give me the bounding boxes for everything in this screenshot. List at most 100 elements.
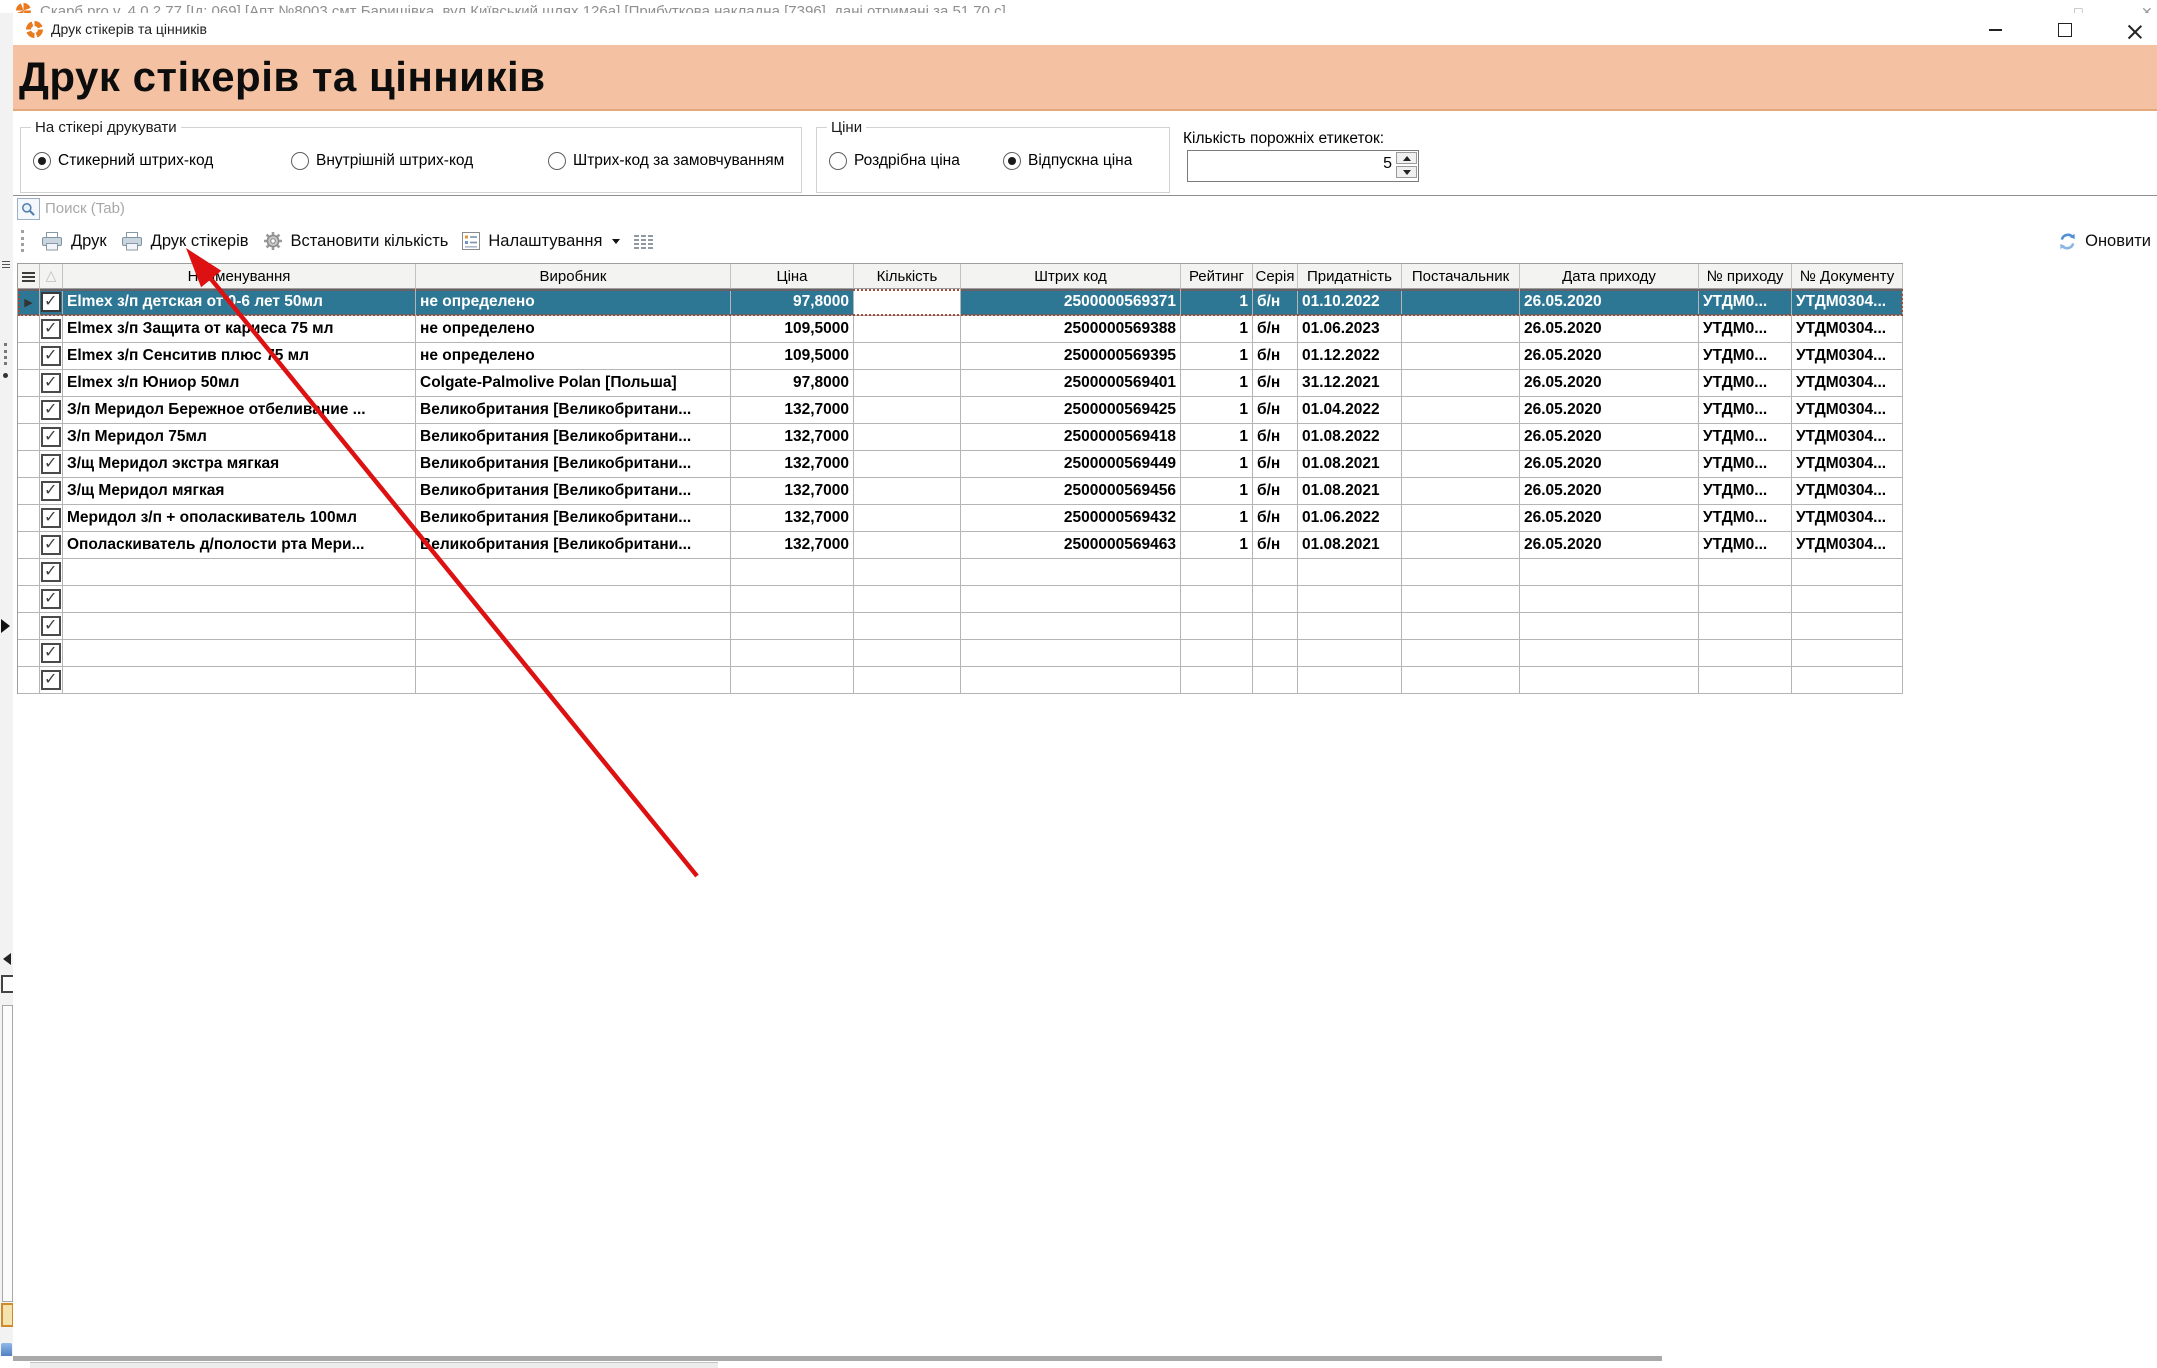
cell-series[interactable]	[1253, 559, 1298, 586]
column-header-quantity[interactable]: Кількість	[854, 264, 961, 289]
cell-supplier[interactable]	[1402, 451, 1520, 478]
cell-manufacturer[interactable]	[416, 559, 731, 586]
cell-quantity[interactable]	[854, 397, 961, 424]
cell-manufacturer[interactable]	[416, 667, 731, 694]
cell-name[interactable]: Меридол з/п + ополаскиватель 100мл	[63, 505, 416, 532]
cell-receipt_no[interactable]: УТДМ0...	[1699, 343, 1792, 370]
cell-price[interactable]	[731, 667, 854, 694]
cell-validity[interactable]	[1298, 559, 1402, 586]
cell-price[interactable]	[731, 613, 854, 640]
column-chooser-icon[interactable]	[634, 234, 654, 249]
cell-supplier[interactable]	[1402, 370, 1520, 397]
cell-rating[interactable]	[1181, 559, 1253, 586]
cell-name[interactable]: Elmex з/п Юниор 50мл	[63, 370, 416, 397]
cell-manufacturer[interactable]: Великобритания [Великобритани...	[416, 505, 731, 532]
cell-quantity[interactable]	[854, 667, 961, 694]
cell-rating[interactable]: 1	[1181, 370, 1253, 397]
table-row[interactable]: З/щ Меридол экстра мягкаяВеликобритания …	[18, 451, 1903, 478]
cell-manufacturer[interactable]	[416, 640, 731, 667]
table-empty-row[interactable]	[18, 667, 1903, 694]
row-checkbox[interactable]	[41, 292, 61, 312]
cell-quantity[interactable]	[854, 316, 961, 343]
column-header-document_no[interactable]: № Документу	[1792, 264, 1903, 289]
cell-validity[interactable]: 01.06.2022	[1298, 505, 1402, 532]
cell-name[interactable]	[63, 586, 416, 613]
cell-rating[interactable]: 1	[1181, 532, 1253, 559]
toolbar-grip[interactable]	[21, 230, 27, 252]
cell-name[interactable]: З/щ Меридол экстра мягкая	[63, 451, 416, 478]
stepper-up-button[interactable]	[1396, 152, 1417, 164]
table-row[interactable]: З/п Меридол 75млВеликобритания [Великобр…	[18, 424, 1903, 451]
cell-manufacturer[interactable]: Великобритания [Великобритани...	[416, 451, 731, 478]
cell-manufacturer[interactable]	[416, 613, 731, 640]
cell-series[interactable]: б/н	[1253, 478, 1298, 505]
cell-name[interactable]	[63, 559, 416, 586]
cell-barcode[interactable]: 2500000569425	[961, 397, 1181, 424]
stepper-down-button[interactable]	[1396, 166, 1417, 178]
cell-arrival_date[interactable]: 26.05.2020	[1520, 370, 1699, 397]
cell-price[interactable]: 132,7000	[731, 478, 854, 505]
cell-validity[interactable]	[1298, 667, 1402, 694]
cell-series[interactable]	[1253, 586, 1298, 613]
cell-price[interactable]: 97,8000	[731, 370, 854, 397]
cell-price[interactable]: 132,7000	[731, 451, 854, 478]
cell-rating[interactable]	[1181, 586, 1253, 613]
cell-document_no[interactable]	[1792, 640, 1903, 667]
cell-series[interactable]: б/н	[1253, 343, 1298, 370]
cell-price[interactable]	[731, 559, 854, 586]
cell-document_no[interactable]: УТДМ0304...	[1792, 532, 1903, 559]
cell-barcode[interactable]: 2500000569463	[961, 532, 1181, 559]
cell-document_no[interactable]	[1792, 559, 1903, 586]
cell-quantity[interactable]	[854, 343, 961, 370]
cell-series[interactable]: б/н	[1253, 370, 1298, 397]
column-header-arrival_date[interactable]: Дата приходу	[1520, 264, 1699, 289]
cell-name[interactable]: Ополаскиватель д/полости рта Мери...	[63, 532, 416, 559]
cell-quantity[interactable]	[854, 370, 961, 397]
empty-labels-stepper[interactable]: 5	[1187, 150, 1419, 182]
cell-supplier[interactable]	[1402, 424, 1520, 451]
cell-supplier[interactable]	[1402, 289, 1520, 316]
row-checkbox[interactable]	[41, 400, 61, 420]
cell-validity[interactable]: 01.12.2022	[1298, 343, 1402, 370]
table-empty-row[interactable]	[18, 613, 1903, 640]
cell-validity[interactable]: 01.08.2021	[1298, 451, 1402, 478]
column-header-series[interactable]: Серія	[1253, 264, 1298, 289]
cell-rating[interactable]: 1	[1181, 451, 1253, 478]
cell-name[interactable]: Elmex з/п детская от 0-6 лет 50мл	[63, 289, 416, 316]
cell-name[interactable]: З/щ Меридол мягкая	[63, 478, 416, 505]
cell-price[interactable]: 132,7000	[731, 532, 854, 559]
table-row[interactable]: З/щ Меридол мягкаяВеликобритания [Велико…	[18, 478, 1903, 505]
row-indicator-header[interactable]	[18, 264, 40, 289]
table-row[interactable]: Elmex з/п Сенситив плюс 75 млне определе…	[18, 343, 1903, 370]
cell-arrival_date[interactable]	[1520, 613, 1699, 640]
row-checkbox[interactable]	[41, 373, 61, 393]
cell-quantity[interactable]	[854, 289, 961, 316]
column-header-receipt_no[interactable]: № приходу	[1699, 264, 1792, 289]
table-row[interactable]: Elmex з/п Юниор 50млColgate-Palmolive Po…	[18, 370, 1903, 397]
cell-arrival_date[interactable]: 26.05.2020	[1520, 343, 1699, 370]
cell-rating[interactable]: 1	[1181, 424, 1253, 451]
cell-quantity[interactable]	[854, 586, 961, 613]
cell-barcode[interactable]	[961, 559, 1181, 586]
cell-supplier[interactable]	[1402, 586, 1520, 613]
row-checkbox[interactable]	[41, 535, 61, 555]
cell-manufacturer[interactable]: не определено	[416, 316, 731, 343]
cell-receipt_no[interactable]: УТДМ0...	[1699, 289, 1792, 316]
cell-quantity[interactable]	[854, 640, 961, 667]
cell-name[interactable]: З/п Меридол 75мл	[63, 424, 416, 451]
column-header-name[interactable]: Найменування	[63, 264, 416, 289]
minimize-button[interactable]	[1981, 21, 2009, 39]
cell-supplier[interactable]	[1402, 343, 1520, 370]
cell-price[interactable]: 109,5000	[731, 316, 854, 343]
column-header-validity[interactable]: Придатність	[1298, 264, 1402, 289]
cell-document_no[interactable]: УТДМ0304...	[1792, 370, 1903, 397]
cell-receipt_no[interactable]: УТДМ0...	[1699, 505, 1792, 532]
cell-manufacturer[interactable]: Великобритания [Великобритани...	[416, 397, 731, 424]
table-row[interactable]: Меридол з/п + ополаскиватель 100млВелико…	[18, 505, 1903, 532]
table-empty-row[interactable]	[18, 559, 1903, 586]
cell-rating[interactable]: 1	[1181, 478, 1253, 505]
cell-name[interactable]	[63, 613, 416, 640]
cell-rating[interactable]: 1	[1181, 397, 1253, 424]
close-button[interactable]	[2121, 21, 2149, 39]
cell-document_no[interactable]	[1792, 613, 1903, 640]
